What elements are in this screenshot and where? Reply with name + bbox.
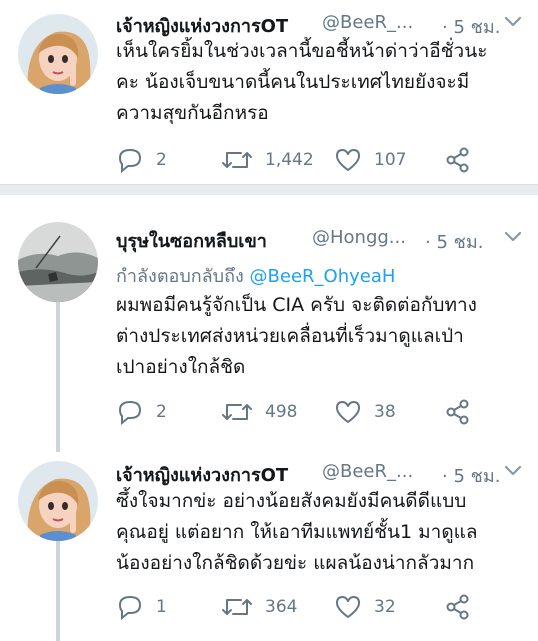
reply-button[interactable]: 1 (116, 593, 167, 621)
user-handle[interactable]: @BeeR_... (322, 461, 413, 482)
user-handle[interactable]: @Hongg... (312, 227, 406, 248)
tweet[interactable]: เจ้าหญิงแห่งวงการOT @BeeR_... · 5 ชม. เห… (0, 0, 538, 184)
like-icon (336, 596, 360, 618)
retweet-button[interactable]: 1,442 (221, 146, 314, 174)
tweet-separator (0, 184, 538, 195)
display-name[interactable]: บุรุษในซอกหลืบเขา (116, 226, 267, 255)
reply-button[interactable]: 2 (116, 146, 167, 174)
user-handle[interactable]: @BeeR_... (322, 12, 413, 33)
tweet-actions: 2 1,442 107 (116, 146, 536, 174)
tweet-text: ซึ้งใจมากข่ะ อย่างน้อยสังคมยังมีคนดีดีแบ… (116, 490, 478, 574)
retweet-icon (222, 152, 252, 168)
share-icon (446, 147, 469, 173)
chevron-down-icon[interactable] (504, 15, 522, 29)
retweet-button[interactable]: 498 (221, 398, 297, 426)
reply-button[interactable]: 2 (116, 398, 167, 426)
reply-count: 2 (156, 402, 167, 422)
share-icon (446, 399, 469, 425)
share-button[interactable] (444, 593, 472, 621)
reply-context: กำลังตอบกลับถึง @BeeR_OhyeaH (116, 261, 395, 290)
tweet[interactable]: เจ้าหญิงแห่งวงการOT @BeeR_... · 5 ชม. ซึ… (0, 440, 538, 641)
display-name[interactable]: เจ้าหญิงแห่งวงการOT (116, 460, 288, 489)
like-count: 107 (374, 150, 407, 170)
chevron-down-icon[interactable] (504, 230, 522, 244)
tweet-actions: 1 364 32 (116, 593, 536, 621)
like-button[interactable]: 38 (334, 398, 396, 426)
reply-icon (118, 148, 142, 173)
timestamp[interactable]: · 5 ชม. (425, 227, 483, 256)
retweet-count: 498 (265, 402, 298, 422)
retweet-icon (222, 404, 252, 420)
tweet-text: เห็นใครยิ้มในช่วงเวลานี้ขอชี้หน้าด่าว่าอ… (116, 40, 488, 124)
retweet-icon (222, 599, 252, 615)
reply-icon (118, 400, 142, 425)
like-count: 32 (374, 597, 396, 617)
chevron-down-icon[interactable] (504, 464, 522, 478)
reply-mention-link[interactable]: @BeeR_OhyeaH (250, 266, 396, 287)
reply-count: 1 (156, 597, 167, 617)
tweet-text: ผมพอมีคนรู้จักเป็น CIA ครับ จะติดต่อกับท… (116, 294, 477, 378)
tweet-actions: 2 498 38 (116, 398, 536, 426)
reply-icon (118, 595, 142, 620)
share-button[interactable] (444, 146, 472, 174)
retweet-count: 364 (265, 597, 298, 617)
tweet[interactable]: บุรุษในซอกหลืบเขา @Hongg... · 5 ชม. กำลั… (0, 195, 538, 440)
like-button[interactable]: 107 (334, 146, 406, 174)
like-button[interactable]: 32 (334, 593, 396, 621)
like-icon (336, 149, 360, 171)
retweet-count: 1,442 (265, 150, 314, 170)
reply-count: 2 (156, 150, 167, 170)
share-button[interactable] (444, 398, 472, 426)
avatar[interactable] (18, 222, 98, 302)
like-count: 38 (374, 402, 396, 422)
like-icon (336, 401, 360, 423)
reply-prefix: กำลังตอบกลับถึง (116, 266, 244, 287)
avatar[interactable] (18, 14, 98, 94)
avatar[interactable] (18, 461, 98, 541)
retweet-button[interactable]: 364 (221, 593, 297, 621)
share-icon (446, 594, 469, 620)
